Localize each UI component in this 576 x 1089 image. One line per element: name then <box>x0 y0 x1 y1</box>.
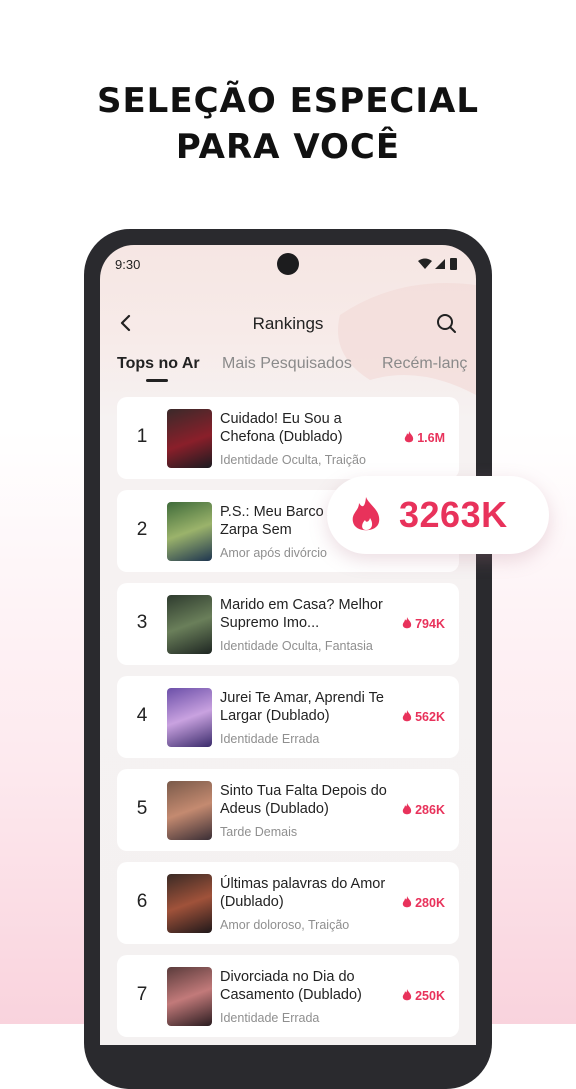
search-icon[interactable] <box>434 311 458 335</box>
item-title: Marido em Casa? Melhor Supremo Imo... <box>220 597 383 631</box>
rank-number: 1 <box>136 426 148 447</box>
tab-tops-no-ar[interactable]: Tops no Ar <box>117 355 200 373</box>
rank-number: 5 <box>136 798 148 819</box>
item-title: Jurei Te Amar, Aprendi Te Largar (Dublad… <box>220 690 384 724</box>
ranking-item[interactable]: 3 Marido em Casa? Melhor Supremo Imo... … <box>117 583 459 665</box>
flame-icon <box>402 803 412 815</box>
rank-number: 3 <box>136 612 148 633</box>
flame-icon <box>402 617 412 629</box>
flame-icon <box>402 989 412 1001</box>
page-title: Rankings <box>252 314 324 333</box>
highlight-value: 3263K <box>399 494 508 535</box>
rank-number: 6 <box>136 891 148 912</box>
ranking-tabs: Tops no Ar Mais Pesquisados Recém-lanç <box>100 353 476 383</box>
flame-icon <box>404 431 414 443</box>
item-genre: Amor doloroso, Traição <box>220 918 350 932</box>
flame-icon <box>352 497 380 531</box>
ranking-item[interactable]: 7 Divorciada no Dia do Casamento (Dublad… <box>117 955 459 1037</box>
item-title: Sinto Tua Falta Depois do Adeus (Dublado… <box>220 783 387 817</box>
view-count: 250K <box>402 989 445 1003</box>
view-count: 794K <box>402 617 445 631</box>
rank-number: 7 <box>136 984 148 1005</box>
item-title: Cuidado! Eu Sou a Chefona (Dublado) <box>220 411 343 445</box>
headline-line-2: PARA VOCÊ <box>175 127 401 167</box>
nav-bar: Rankings <box>100 307 476 341</box>
rank-number: 2 <box>136 519 148 540</box>
item-genre: Identidade Oculta, Traição <box>220 453 366 467</box>
ranking-item[interactable]: 1 Cuidado! Eu Sou a Chefona (Dublado) Id… <box>117 397 459 479</box>
item-title: Divorciada no Dia do Casamento (Dublado) <box>220 969 362 1003</box>
signal-icon <box>435 259 445 269</box>
item-genre: Amor após divórcio <box>220 546 327 560</box>
ranking-item[interactable]: 6 Últimas palavras do Amor (Dublado) Amo… <box>117 862 459 944</box>
phone-screen: 9:30 Rankings Tops no Ar Mais Pesquisado… <box>100 245 476 1045</box>
cover-thumbnail <box>167 502 212 561</box>
highlight-badge: 3263K <box>327 476 549 554</box>
cover-thumbnail <box>167 967 212 1026</box>
battery-icon <box>450 258 457 270</box>
cover-thumbnail <box>167 409 212 468</box>
rank-number: 4 <box>136 705 148 726</box>
headline-line-1: SELEÇÃO ESPECIAL <box>96 81 480 121</box>
status-time: 9:30 <box>115 257 141 272</box>
cover-thumbnail <box>167 781 212 840</box>
wifi-icon <box>418 258 432 269</box>
camera-cutout <box>277 253 299 275</box>
item-genre: Tarde Demais <box>220 825 298 839</box>
view-count: 280K <box>402 896 445 910</box>
tab-mais-pesquisados[interactable]: Mais Pesquisados <box>222 355 352 373</box>
view-count: 562K <box>402 710 445 724</box>
view-count: 1.6M <box>404 431 445 445</box>
status-bar: 9:30 <box>100 245 476 285</box>
ranking-item[interactable]: 5 Sinto Tua Falta Depois do Adeus (Dubla… <box>117 769 459 851</box>
view-count: 286K <box>402 803 445 817</box>
cover-thumbnail <box>167 874 212 933</box>
tab-recem-lancados[interactable]: Recém-lanç <box>382 355 467 373</box>
item-genre: Identidade Errada <box>220 1011 320 1025</box>
cover-thumbnail <box>167 688 212 747</box>
item-genre: Identidade Errada <box>220 732 320 746</box>
ranking-item[interactable]: 4 Jurei Te Amar, Aprendi Te Largar (Dubl… <box>117 676 459 758</box>
flame-icon <box>402 896 412 908</box>
cover-thumbnail <box>167 595 212 654</box>
active-tab-indicator <box>146 379 168 382</box>
headline: SELEÇÃO ESPECIAL PARA VOCÊ <box>0 78 576 170</box>
status-icons <box>418 258 457 270</box>
item-genre: Identidade Oculta, Fantasia <box>220 639 373 653</box>
item-title: Últimas palavras do Amor (Dublado) <box>220 876 386 910</box>
flame-icon <box>402 710 412 722</box>
